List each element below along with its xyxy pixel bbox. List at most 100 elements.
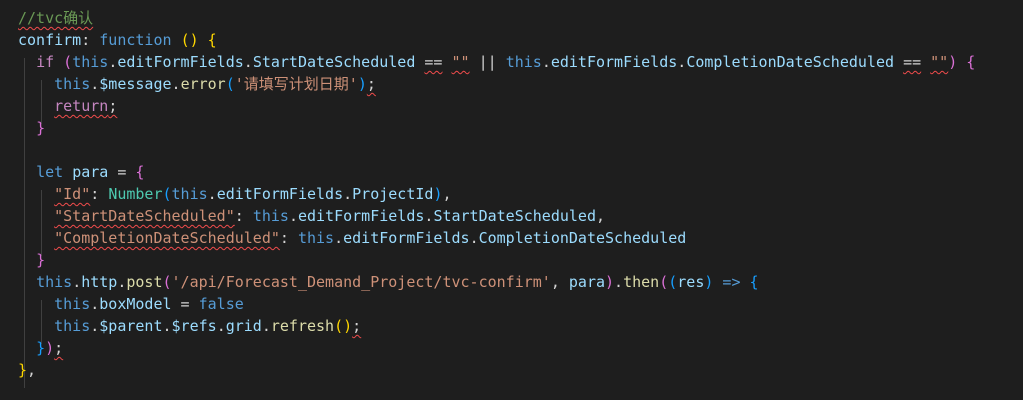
code-token: { [749,273,759,291]
code-token: '请填写计划日期' [234,75,358,93]
code-token: this [54,295,91,313]
code-token: . [207,185,217,203]
code-token: false [198,295,244,313]
code-token: $refs [171,317,217,335]
code-line[interactable]: this.$parent.$refs.grid.refresh(); [18,315,361,337]
code-token: ; [366,75,376,93]
code-token: } [36,251,46,269]
code-token: ( [162,273,172,291]
code-token: StartDateScheduled [252,53,416,71]
code-token: ProjectId [352,185,434,203]
code-editor[interactable]: //tvc确认 confirm: function () { if (this.e… [0,0,1023,400]
code-line[interactable]: this.$message.error('请填写计划日期'); [18,73,376,95]
code-token: editFormFields [117,53,244,71]
code-token: { [966,53,976,71]
code-token: "" [451,53,470,71]
code-token: this [252,207,289,225]
code-token: ( [63,53,73,71]
code-token: } [36,119,46,137]
code-line[interactable]: }, [18,359,36,381]
code-token: . [677,53,687,71]
code-token: editFormFields [343,229,470,247]
code-token: , [442,185,452,203]
code-token: grid [225,317,262,335]
code-token: , [596,207,606,225]
code-token: ) [948,53,958,71]
code-token: "" [930,53,949,71]
code-token: : [90,185,109,203]
code-token: ) [45,339,55,357]
code-token: . [108,53,118,71]
code-token: "CompletionDateScheduled" [54,229,280,247]
code-token: para [568,273,606,291]
code-token: ; [54,339,64,357]
code-token: $message [99,75,172,93]
code-line[interactable]: }); [18,337,63,359]
code-line[interactable]: if (this.editFormFields.StartDateSchedul… [18,51,975,73]
code-line[interactable]: "Id": Number(this.editFormFields.Project… [18,183,452,205]
code-token: StartDateScheduled [433,207,596,225]
code-token: } [36,339,46,357]
code-token: ) [605,273,615,291]
code-token: confirm [18,31,82,49]
code-token: ( [668,273,678,291]
code-token: this [36,273,73,291]
code-token: . [162,317,172,335]
code-token: "Id" [54,185,91,203]
code-line[interactable]: return; [18,95,117,117]
code-token: ; [108,97,118,115]
code-token: : [81,31,100,49]
code-token: { [207,31,217,49]
code-token: boxModel [99,295,172,313]
code-token: . [469,229,479,247]
code-line[interactable]: this.boxModel = false [18,293,244,315]
code-token: function [99,31,172,49]
code-token: . [541,53,551,71]
code-token: : [279,229,298,247]
code-token: . [614,273,624,291]
code-line[interactable]: "CompletionDateScheduled": this.editForm… [18,227,686,249]
code-token: editFormFields [297,207,425,225]
code-line[interactable]: "StartDateScheduled": this.editFormField… [18,205,605,227]
code-line[interactable]: } [18,249,45,271]
code-line[interactable]: confirm: function () { [18,29,217,51]
code-line[interactable]: //tvc确认 [18,7,93,29]
code-token: . [90,317,100,335]
code-token: editFormFields [216,185,344,203]
code-token: => [722,273,741,291]
code-token: CompletionDateScheduled [478,229,687,247]
code-token: == [424,53,443,71]
code-token: then [623,273,660,291]
code-token: ( [225,75,235,93]
code-token: if [36,53,55,71]
code-token: let [36,163,64,181]
code-token: this [171,185,208,203]
code-token: para [72,163,109,181]
code-token: || [469,53,506,71]
code-token: return [54,97,109,115]
code-token: Number [108,185,163,203]
code-line[interactable]: let para = { [18,161,144,183]
code-line[interactable]: this.http.post('/api/Forecast_Demand_Pro… [18,271,759,293]
code-line[interactable]: } [18,117,45,139]
code-token: "StartDateScheduled" [54,207,235,225]
code-token: () [180,31,199,49]
code-token: $parent [99,317,163,335]
